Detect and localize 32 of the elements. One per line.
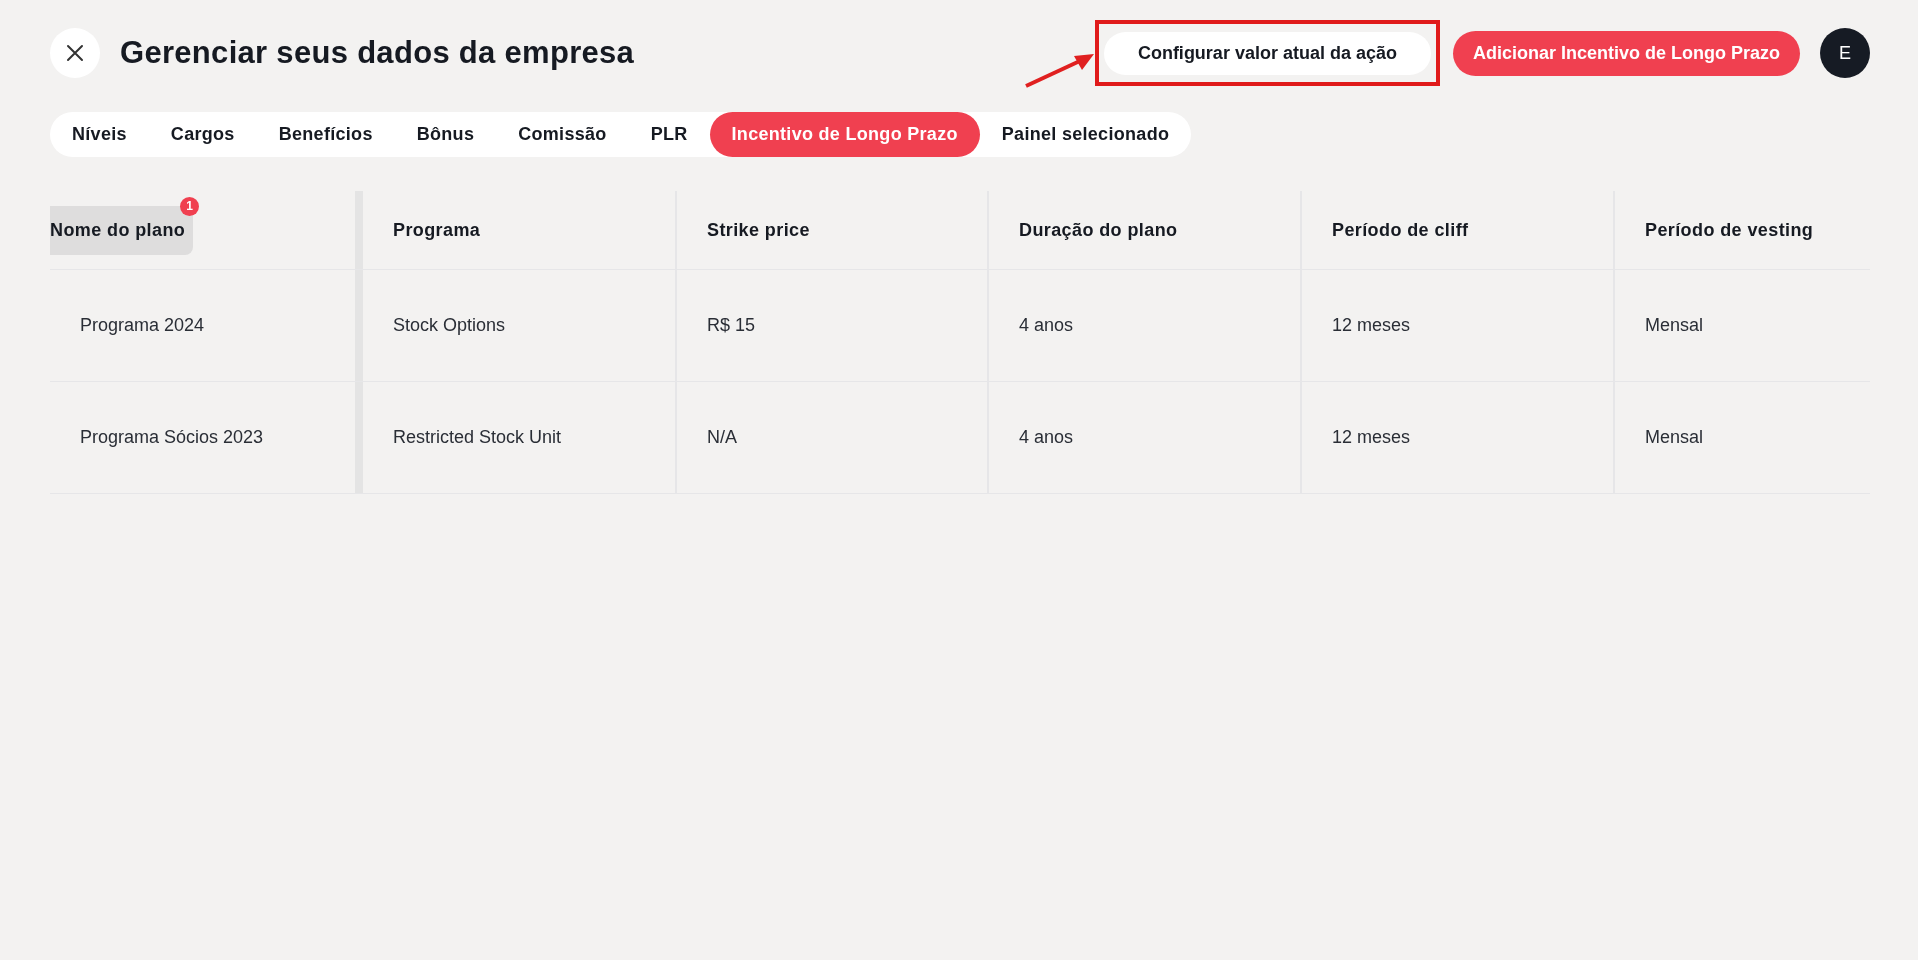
- column-header: Período de vesting: [1645, 218, 1815, 242]
- tab[interactable]: Cargos: [148, 112, 257, 157]
- table-cell: R$ 15: [707, 315, 756, 336]
- column-header: Período de cliff: [1332, 218, 1470, 242]
- table-cell: Restricted Stock Unit: [393, 427, 562, 448]
- tab[interactable]: Painel selecionado: [979, 112, 1192, 157]
- close-button[interactable]: [50, 28, 100, 78]
- tab[interactable]: Incentivo de Longo Prazo: [709, 112, 980, 157]
- close-icon: [66, 44, 84, 62]
- notification-badge: 1: [180, 196, 200, 216]
- table-cell: 12 meses: [1332, 315, 1411, 336]
- user-avatar[interactable]: E: [1820, 28, 1870, 78]
- table-cell: Mensal: [1645, 427, 1704, 448]
- table-cell: Stock Options: [393, 315, 506, 336]
- tab[interactable]: Bônus: [394, 112, 497, 157]
- column-header: Duração do plano: [1019, 218, 1179, 242]
- page-title: Gerenciar seus dados da empresa: [120, 35, 635, 71]
- tab[interactable]: Comissão: [496, 112, 629, 157]
- table-cell: Mensal: [1645, 315, 1704, 336]
- tab[interactable]: Benefícios: [256, 112, 395, 157]
- tab[interactable]: Níveis: [50, 112, 149, 157]
- tab[interactable]: PLR: [628, 112, 710, 157]
- column-header: Strike price: [707, 218, 811, 242]
- table-cell: N/A: [707, 427, 737, 448]
- table-cell: Programa Sócios 2023: [80, 427, 264, 448]
- add-incentive-button[interactable]: Adicionar Incentivo de Longo Prazo: [1452, 30, 1800, 76]
- configure-share-value-button[interactable]: Configurar valor atual da ação: [1103, 31, 1431, 75]
- table-cell: 4 anos: [1019, 315, 1074, 336]
- column-header: Programa: [393, 218, 482, 242]
- table-cell: 12 meses: [1332, 427, 1411, 448]
- table-cell: 4 anos: [1019, 427, 1074, 448]
- table-cell: Programa 2024: [80, 315, 205, 336]
